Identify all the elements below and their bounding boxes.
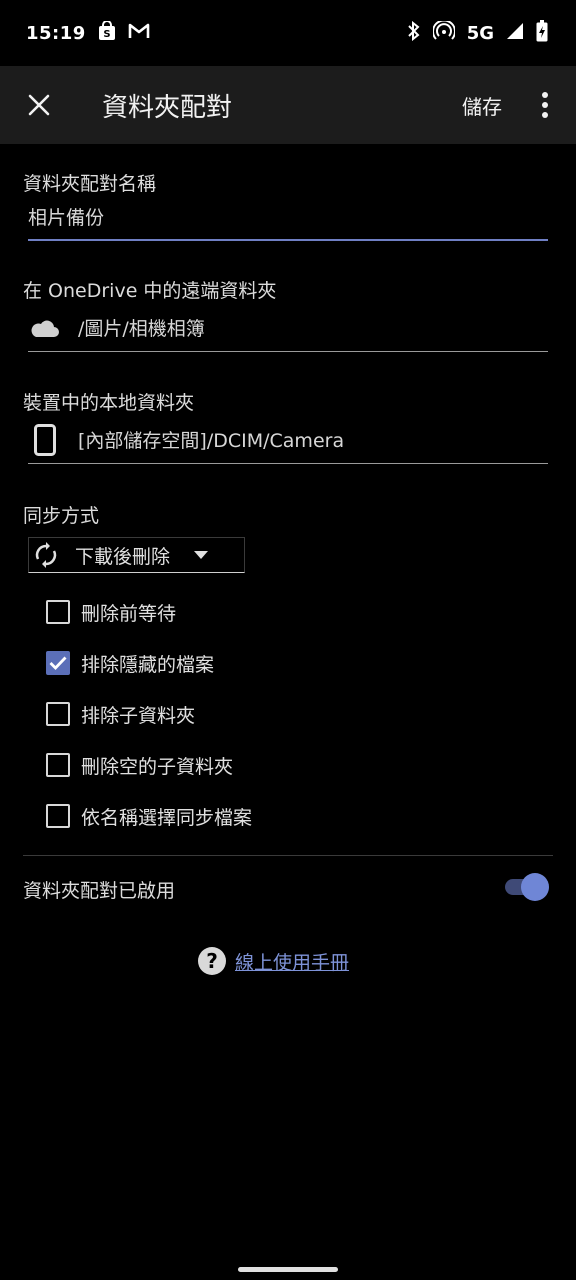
bluetooth-icon [407,20,421,46]
option-exclude-hidden[interactable]: 排除隱藏的檔案 [46,648,214,678]
app-bar: 資料夾配對 儲存 [0,66,576,144]
status-bar: 15:19 S 5G [0,0,576,66]
gmail-icon [128,22,150,45]
checkbox[interactable] [46,702,70,726]
sync-icon [33,542,59,568]
option-exclude-subfolders[interactable]: 排除子資料夾 [46,699,195,729]
shopping-bag-icon: S [98,19,116,46]
help-icon: ? [198,947,226,975]
save-button[interactable]: 儲存 [462,91,502,120]
checkbox-label: 刪除空的子資料夾 [81,755,234,778]
sync-method-dropdown[interactable]: 下載後刪除 [28,537,245,573]
checkbox-label: 排除隱藏的檔案 [81,653,215,676]
option-wait-before-delete[interactable]: 刪除前等待 [46,597,176,627]
online-manual-link[interactable]: 線上使用手冊 [235,948,349,975]
status-time: 15:19 [26,22,86,44]
checkbox[interactable] [46,804,70,828]
page-title: 資料夾配對 [102,92,233,123]
checkbox[interactable] [46,753,70,777]
remote-folder-label: 在 OneDrive 中的遠端資料夾 [23,280,277,302]
cloud-icon [28,318,78,338]
checkbox-checked[interactable] [46,651,70,675]
phone-icon [28,423,78,456]
remote-folder-field[interactable]: /圖片/相機相簿 [28,304,548,352]
checkbox-label: 排除子資料夾 [81,704,196,727]
help-row[interactable]: ? 線上使用手冊 [198,946,349,976]
option-delete-empty-subfolders[interactable]: 刪除空的子資料夾 [46,750,233,780]
pair-name-input[interactable]: 相片備份 [28,193,548,241]
close-button[interactable] [0,66,78,144]
divider [23,855,553,856]
local-folder-value: [內部儲存空間]/DCIM/Camera [78,430,345,452]
option-select-by-name[interactable]: 依名稱選擇同步檔案 [46,801,252,831]
sync-method-value: 下載後刪除 [75,545,171,568]
sync-method-label: 同步方式 [23,505,100,527]
checkbox-label: 刪除前等待 [81,602,177,625]
pair-name-value: 相片備份 [28,206,105,229]
pair-enabled-toggle[interactable] [505,872,551,902]
local-folder-label: 裝置中的本地資料夾 [23,392,195,414]
checkbox[interactable] [46,600,70,624]
remote-folder-value: /圖片/相機相簿 [78,318,205,340]
hotspot-icon [431,19,456,46]
battery-icon [536,19,548,47]
pair-enabled-label: 資料夾配對已啟用 [23,880,176,902]
signal-icon [506,22,524,45]
pair-name-label: 資料夾配對名稱 [23,173,157,195]
check-icon [49,656,67,670]
network-type: 5G [466,22,494,44]
more-options-button[interactable] [530,66,560,144]
svg-text:S: S [103,29,110,40]
gesture-nav-handle[interactable] [238,1267,338,1272]
dropdown-arrow-icon [194,551,209,559]
close-icon [28,94,50,116]
local-folder-field[interactable]: [內部儲存空間]/DCIM/Camera [28,416,548,464]
more-vert-icon [542,92,548,118]
checkbox-label: 依名稱選擇同步檔案 [81,806,253,829]
toggle-thumb [521,873,549,901]
